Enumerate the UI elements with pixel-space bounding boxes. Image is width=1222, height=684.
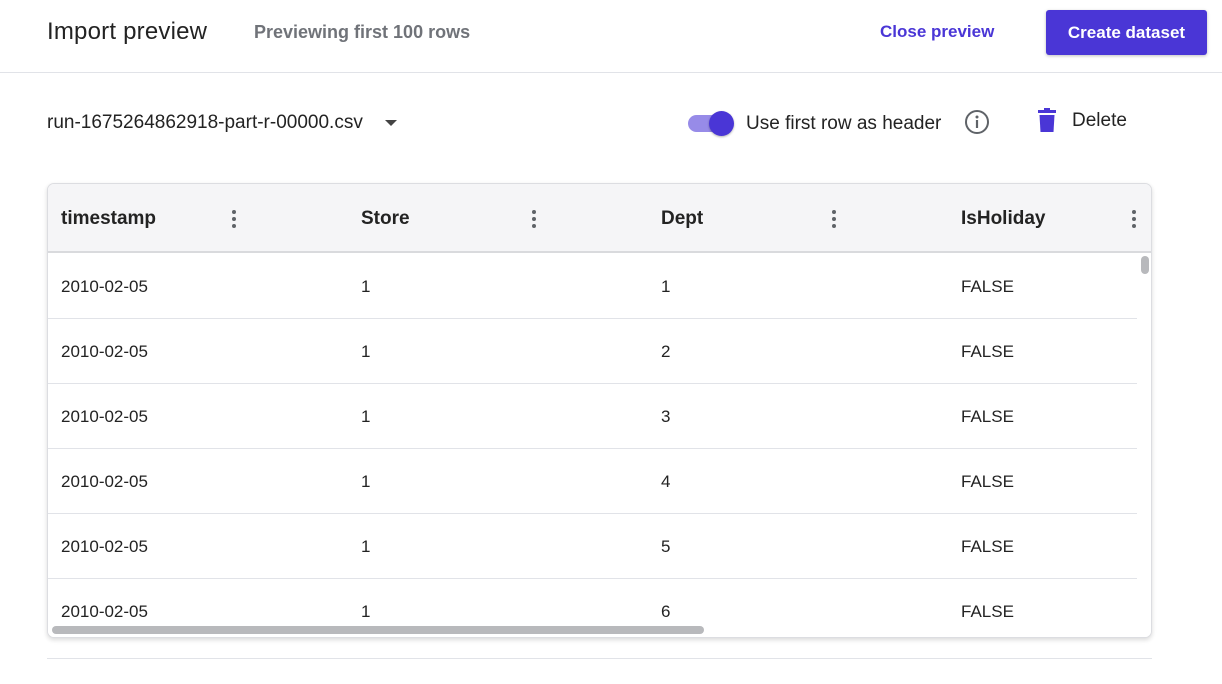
table-cell: 2010-02-05 [61,342,148,361]
table-cell: 2010-02-05 [61,277,148,296]
column-header-dept[interactable]: Dept [648,184,948,253]
horizontal-scroll-thumb[interactable] [52,626,704,634]
more-vertical-icon[interactable] [1131,210,1137,228]
header-toggle-label: Use first row as header [746,113,942,134]
file-name: run-1675264862918-part-r-00000.csv [47,112,363,133]
table-row[interactable]: 2010-02-05 1 2 FALSE [48,319,1137,384]
table-header: timestamp Store Dept IsHoliday [48,184,1151,253]
vertical-scroll-thumb[interactable] [1141,256,1149,274]
table-cell: FALSE [961,602,1014,621]
caret-down-icon [384,120,397,126]
table-cell: FALSE [961,407,1014,426]
table-cell: FALSE [961,342,1014,361]
divider [47,658,1152,659]
table-cell: 1 [361,407,371,426]
table-cell: 1 [661,277,671,296]
page-title: Import preview [47,18,208,45]
more-vertical-icon[interactable] [531,210,537,228]
table-cell: 2010-02-05 [61,407,148,426]
more-vertical-icon[interactable] [231,210,237,228]
close-preview-link[interactable]: Close preview [880,22,994,42]
preview-subtitle: Previewing first 100 rows [254,22,471,42]
table-cell: 1 [361,472,371,491]
table-cell: 1 [361,277,371,296]
preview-toolbar: run-1675264862918-part-r-00000.csv Use f… [0,100,1222,146]
table-cell: 2 [661,342,671,361]
table-row[interactable]: 2010-02-05 1 1 FALSE [48,254,1137,319]
table-row[interactable]: 2010-02-05 1 6 FALSE [48,579,1137,622]
preview-table: timestamp Store Dept IsHoliday 2010-02-0… [47,183,1152,638]
table-cell: 2010-02-05 [61,602,148,621]
column-header-label: Dept [661,208,704,229]
table-cell: FALSE [961,277,1014,296]
table-cell: FALSE [961,472,1014,491]
delete-button[interactable]: Delete [1036,108,1127,133]
more-vertical-icon[interactable] [831,210,837,228]
column-header-timestamp[interactable]: timestamp [48,184,348,253]
page-header: Import preview Previewing first 100 rows… [0,0,1222,73]
table-row[interactable]: 2010-02-05 1 4 FALSE [48,449,1137,514]
table-cell: 1 [361,537,371,556]
table-cell: 5 [661,537,671,556]
create-dataset-button[interactable]: Create dataset [1046,10,1207,55]
table-cell: 6 [661,602,671,621]
column-header-label: Store [361,208,410,229]
table-row[interactable]: 2010-02-05 1 5 FALSE [48,514,1137,579]
table-cell: 4 [661,472,671,491]
horizontal-scrollbar[interactable] [48,622,1151,637]
column-header-store[interactable]: Store [348,184,648,253]
column-header-label: timestamp [61,208,157,229]
table-cell: 1 [361,602,371,621]
table-body: 2010-02-05 1 1 FALSE 2010-02-05 1 2 FALS… [48,254,1137,622]
delete-label: Delete [1072,109,1127,131]
vertical-scrollbar[interactable] [1137,254,1151,622]
file-select-dropdown[interactable]: run-1675264862918-part-r-00000.csv [47,112,397,134]
table-cell: 1 [361,342,371,361]
table-cell: 3 [661,407,671,426]
info-icon[interactable] [964,109,990,135]
header-row-toggle[interactable] [688,111,734,136]
toggle-knob [709,111,734,136]
table-cell: 2010-02-05 [61,537,148,556]
trash-icon [1038,108,1056,132]
column-header-label: IsHoliday [961,208,1046,229]
table-row[interactable]: 2010-02-05 1 3 FALSE [48,384,1137,449]
table-cell: 2010-02-05 [61,472,148,491]
column-header-isholiday[interactable]: IsHoliday [948,184,1151,253]
table-cell: FALSE [961,537,1014,556]
